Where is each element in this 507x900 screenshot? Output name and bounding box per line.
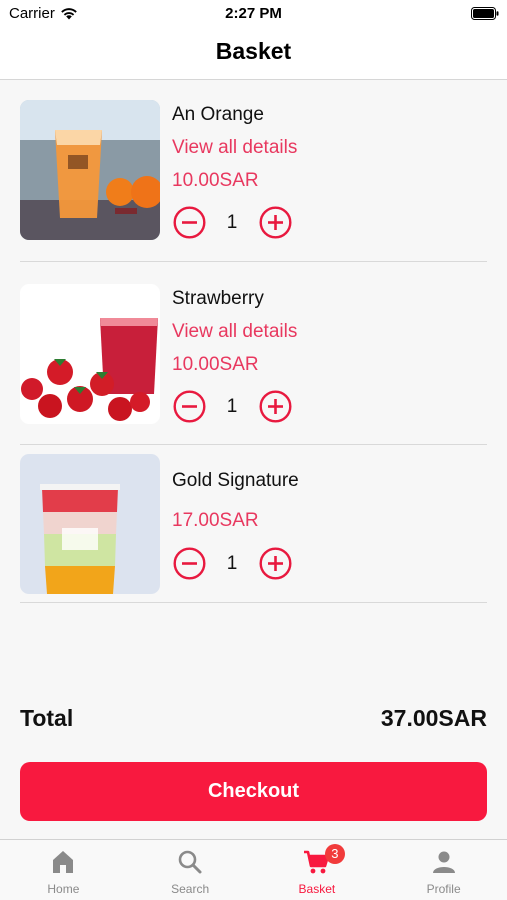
item-price: 17.00SAR xyxy=(172,510,259,531)
strawberry-drink-photo[interactable] xyxy=(20,284,160,424)
view-details-link[interactable]: View all details xyxy=(172,137,297,159)
quantity-value: 1 xyxy=(226,396,238,417)
decrease-quantity-icon[interactable] xyxy=(173,206,206,239)
total-value: 37.00SAR xyxy=(380,705,487,731)
item-name: An Orange xyxy=(172,104,264,125)
navigation-bar: Basket xyxy=(0,30,507,80)
tab-basket[interactable]: 3 Basket xyxy=(254,840,381,900)
item-price: 10.00SAR xyxy=(172,354,259,375)
search-icon xyxy=(178,850,202,874)
tab-label: Profile xyxy=(426,882,461,896)
checkout-button[interactable]: Checkout xyxy=(20,762,487,821)
tab-profile[interactable]: Profile xyxy=(380,840,507,900)
decrease-quantity-icon[interactable] xyxy=(173,390,206,423)
basket-item-an-orange: An Orange View all details 10.00SAR 1 xyxy=(20,100,487,262)
increase-quantity-icon[interactable] xyxy=(259,547,292,580)
basket-item-gold-signature: Gold Signature 17.00SAR 1 xyxy=(20,454,487,603)
total-label: Total xyxy=(20,705,74,731)
item-name: Gold Signature xyxy=(172,470,299,491)
quantity-value: 1 xyxy=(226,212,238,233)
tab-label: Home xyxy=(47,882,80,896)
increase-quantity-icon[interactable] xyxy=(259,206,292,239)
item-price: 10.00SAR xyxy=(172,170,259,191)
tab-bar: Home Search 3 Basket Profile xyxy=(0,839,507,900)
orange-drink-photo[interactable] xyxy=(20,100,160,240)
basket-screen: Carrier 2:27 PM Basket An Orange View al… xyxy=(0,0,507,900)
status-bar: Carrier 2:27 PM xyxy=(0,0,507,30)
home-icon xyxy=(53,851,74,873)
status-time: 2:27 PM xyxy=(225,5,282,22)
battery-icon xyxy=(471,7,499,20)
tab-label: Basket xyxy=(298,882,336,896)
basket-item-strawberry: Strawberry View all details 10.00SAR 1 xyxy=(20,284,487,445)
tab-label: Search xyxy=(171,882,210,896)
increase-quantity-icon[interactable] xyxy=(259,390,292,423)
decrease-quantity-icon[interactable] xyxy=(173,547,206,580)
tab-search[interactable]: Search xyxy=(127,840,254,900)
view-details-link[interactable]: View all details xyxy=(172,321,297,343)
gold-signature-drink-photo[interactable] xyxy=(20,454,160,594)
page-title: Basket xyxy=(215,38,292,64)
item-name: Strawberry xyxy=(172,288,264,309)
profile-icon xyxy=(432,851,455,873)
cart-count-badge: 3 xyxy=(324,844,345,864)
tab-home[interactable]: Home xyxy=(0,840,127,900)
quantity-value: 1 xyxy=(226,553,238,574)
